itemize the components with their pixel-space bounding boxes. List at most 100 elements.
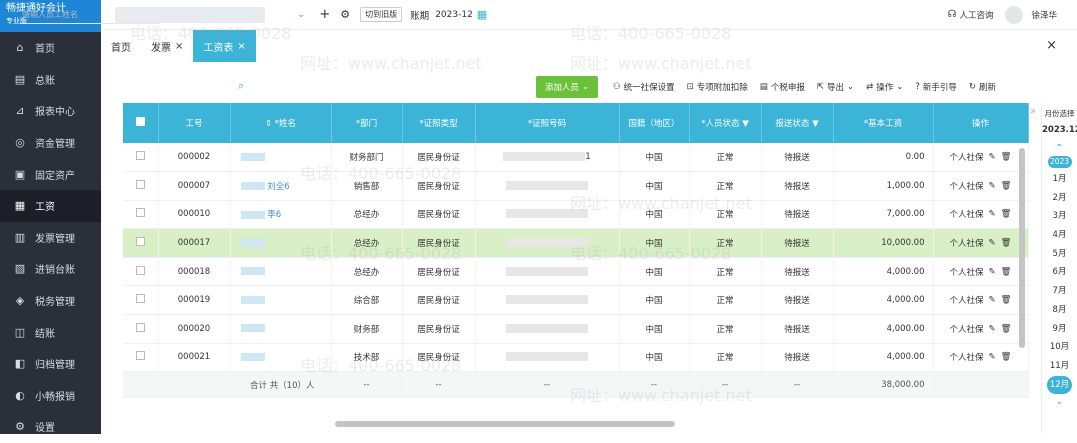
month-item[interactable]: 3月 xyxy=(1042,207,1077,226)
support-link[interactable]: 人工咨询 xyxy=(959,9,993,21)
filter-icon[interactable]: ▼ xyxy=(812,119,819,129)
edit-icon[interactable]: ✎ xyxy=(989,267,996,277)
horizontal-scrollbar[interactable] xyxy=(335,421,675,427)
chevron-down-icon[interactable]: ⌄ xyxy=(1042,396,1077,407)
table-row[interactable]: 000010 李6 总经办 居民身份证 中国 正常 待报送 7,000.00 个人社保 ✎ 🗑 xyxy=(123,200,1029,230)
col-header-idtype[interactable]: *证照类型 xyxy=(402,103,476,143)
col-header-id[interactable]: 工号 xyxy=(158,103,231,143)
tax-report-button[interactable]: ▤ 个税申报 xyxy=(760,81,805,93)
sidebar-item-1[interactable]: ▤ 总账 xyxy=(0,64,101,96)
cell-name[interactable] xyxy=(230,228,332,258)
edit-icon[interactable]: ✎ xyxy=(989,209,996,219)
sidebar-item-6[interactable]: ▥ 发票管理 xyxy=(0,222,101,254)
vertical-scrollbar[interactable] xyxy=(1019,148,1025,348)
special-deduction-button[interactable]: ⊡ 专项附加扣除 xyxy=(687,81,748,93)
close-icon[interactable]: × xyxy=(237,41,245,52)
col-header-idno[interactable]: *证照号码 xyxy=(475,103,620,143)
table-row[interactable]: 000019 综合部 居民身份证 中国 正常 待报送 4,000.00 个人社保 ✎ 🗑 xyxy=(123,285,1029,316)
close-icon[interactable]: × xyxy=(175,41,183,52)
table-row[interactable]: 000017 总经办 居民身份证 中国 正常 待报送 10,000.00 个人社保 ✎ 🗑 xyxy=(123,228,1029,258)
edit-icon[interactable]: ✎ xyxy=(989,152,996,162)
col-header-dept[interactable]: *部门 xyxy=(331,103,403,143)
edit-icon[interactable]: ✎ xyxy=(989,295,996,305)
add-person-button[interactable]: 添加人员 ⌄ xyxy=(536,76,598,98)
row-checkbox[interactable] xyxy=(123,171,159,201)
table-row[interactable]: 000018 总经办 居民身份证 中国 正常 待报送 4,000.00 个人社保 ✎ 🗑 xyxy=(123,257,1029,287)
personal-social-security-link[interactable]: 个人社保 xyxy=(950,294,984,306)
tab-home[interactable]: 首页 xyxy=(101,30,141,62)
table-row[interactable]: 000002 财务部门 居民身份证 1 中国 正常 待报送 0.00 个人社保 ✎ 🗑 xyxy=(123,143,1029,173)
sidebar-item-11[interactable]: ◐ 小畅报销 xyxy=(0,380,101,412)
period-value[interactable]: 2023-12 xyxy=(435,10,473,20)
cell-name[interactable] xyxy=(230,343,332,373)
select-all-checkbox[interactable] xyxy=(123,103,159,143)
month-item[interactable]: 10月 xyxy=(1042,338,1077,357)
personal-social-security-link[interactable]: 个人社保 xyxy=(950,180,984,192)
delete-icon[interactable]: 🗑 xyxy=(1001,352,1012,362)
delete-icon[interactable]: 🗑 xyxy=(1001,209,1012,219)
sidebar-item-4[interactable]: ▣ 固定资产 xyxy=(0,158,101,190)
sidebar-item-9[interactable]: ◫ 结账 xyxy=(0,316,101,348)
export-button[interactable]: ⇱ 导出 ⌄ xyxy=(817,81,854,93)
calendar-icon[interactable]: ▦ xyxy=(477,8,487,21)
cell-name[interactable] xyxy=(230,257,332,287)
col-header-salary[interactable]: *基本工资 xyxy=(833,103,934,143)
row-checkbox[interactable] xyxy=(123,200,159,230)
month-item[interactable]: 6月 xyxy=(1042,263,1077,282)
month-item[interactable]: 4月 xyxy=(1042,226,1077,245)
delete-icon[interactable]: 🗑 xyxy=(1001,324,1012,334)
tab-salary-sheet[interactable]: 工资表 × xyxy=(193,30,256,62)
sidebar-item-2[interactable]: ⊿ 报表中心 xyxy=(0,95,101,127)
col-header-report[interactable]: 报送状态 ▼ xyxy=(761,103,834,143)
sidebar-item-0[interactable]: ⌂ 首页 xyxy=(0,32,101,64)
delete-icon[interactable]: 🗑 xyxy=(1001,238,1012,248)
row-checkbox[interactable] xyxy=(123,314,159,344)
row-checkbox[interactable] xyxy=(123,228,159,258)
row-checkbox[interactable] xyxy=(123,257,159,287)
sidebar-item-5[interactable]: ▦ 工资 xyxy=(0,189,101,222)
year-badge[interactable]: 2023 xyxy=(1047,156,1072,168)
guide-button[interactable]: ? 新手引导 xyxy=(915,81,957,93)
social-security-button[interactable]: ⚇ 统一社保设置 xyxy=(613,81,675,93)
sidebar-item-10[interactable]: ◧ 归档管理 xyxy=(0,348,101,380)
sidebar-item-12[interactable]: ⚙ 设置 xyxy=(0,411,101,443)
headset-icon[interactable]: ☊ xyxy=(948,9,957,20)
delete-icon[interactable]: 🗑 xyxy=(1001,295,1012,305)
cell-name[interactable] xyxy=(230,314,332,344)
col-header-name[interactable]: ⇕ *姓名 xyxy=(230,103,332,143)
add-icon[interactable]: + xyxy=(319,7,330,22)
table-row[interactable]: 000021 技术部 居民身份证 中国 正常 待报送 4,000.00 个人社保 ✎ 🗑 xyxy=(123,343,1029,373)
edit-icon[interactable]: ✎ xyxy=(989,238,996,248)
personal-social-security-link[interactable]: 个人社保 xyxy=(950,237,984,249)
personal-social-security-link[interactable]: 个人社保 xyxy=(950,151,984,163)
month-item[interactable]: 5月 xyxy=(1042,245,1077,264)
refresh-button[interactable]: ↻ 刷新 xyxy=(969,81,996,93)
switch-old-version-button[interactable]: 切到旧版 xyxy=(360,7,403,22)
delete-icon[interactable]: 🗑 xyxy=(1001,181,1012,191)
sort-icon[interactable]: ⇕ xyxy=(265,119,272,129)
row-checkbox[interactable] xyxy=(123,343,159,373)
cell-name[interactable] xyxy=(230,285,332,316)
month-item[interactable]: 11月 xyxy=(1042,357,1077,376)
search-input[interactable]: 请输入员工姓名 xyxy=(20,6,160,24)
row-checkbox[interactable] xyxy=(123,285,159,316)
delete-icon[interactable]: 🗑 xyxy=(1001,267,1012,277)
personal-social-security-link[interactable]: 个人社保 xyxy=(950,266,984,278)
month-item[interactable]: 12月 xyxy=(1047,375,1072,395)
personal-social-security-link[interactable]: 个人社保 xyxy=(950,351,984,363)
delete-icon[interactable]: 🗑 xyxy=(1001,152,1012,162)
chevron-up-icon[interactable]: ⌃ xyxy=(1042,143,1077,154)
operation-button[interactable]: ⇄ 操作 ⌄ xyxy=(866,81,903,93)
personal-social-security-link[interactable]: 个人社保 xyxy=(950,323,984,335)
collapse-panel-icon[interactable]: » xyxy=(1030,106,1036,117)
table-row[interactable]: 000007 刘全6 销售部 居民身份证 中国 正常 待报送 1,000.00 个人社保 ✎ 🗑 xyxy=(123,171,1029,201)
chevron-down-icon[interactable]: ⌄ xyxy=(297,9,305,20)
row-checkbox[interactable] xyxy=(123,143,159,173)
cell-name[interactable]: 李6 xyxy=(230,200,332,230)
month-item[interactable]: 8月 xyxy=(1042,301,1077,320)
edit-icon[interactable]: ✎ xyxy=(989,352,996,362)
cell-name[interactable] xyxy=(230,143,332,173)
col-header-nation[interactable]: 国籍（地区） xyxy=(619,103,690,143)
month-item[interactable]: 7月 xyxy=(1042,282,1077,301)
avatar[interactable] xyxy=(1005,5,1024,24)
